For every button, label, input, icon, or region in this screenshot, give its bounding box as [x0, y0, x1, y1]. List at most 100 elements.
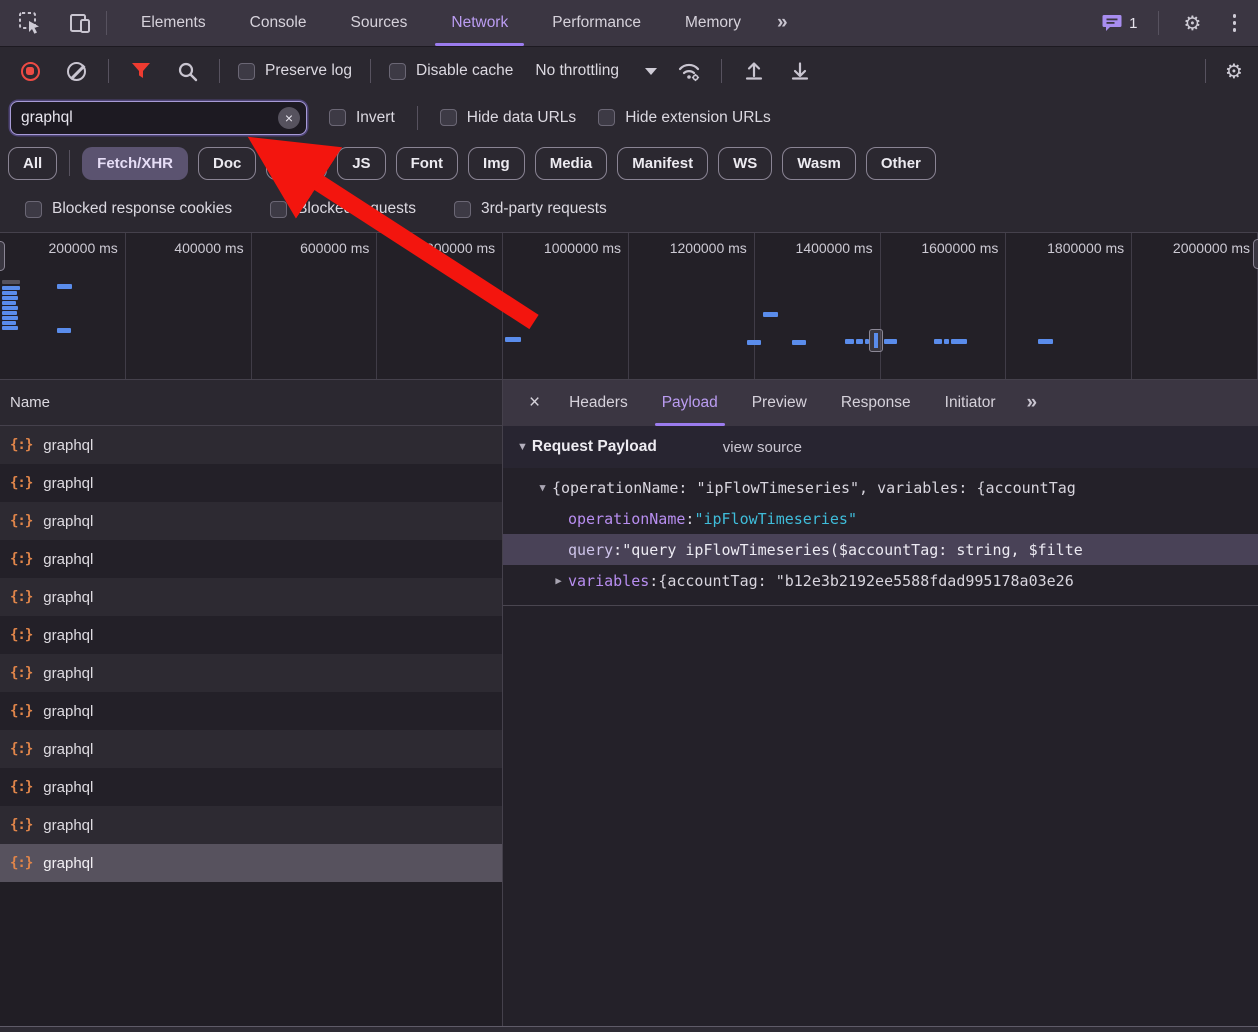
detail-tab-response[interactable]: Response — [824, 380, 928, 426]
table-row[interactable]: {:}graphql — [0, 768, 502, 806]
kebab-menu-icon[interactable] — [1227, 10, 1243, 36]
fetch-xhr-icon: {:} — [10, 855, 32, 871]
network-settings-gear-icon[interactable]: ⚙ — [1220, 57, 1248, 85]
chip-wasm[interactable]: Wasm — [782, 147, 856, 180]
timeline-column: 2000000 ms — [1132, 233, 1258, 379]
table-row[interactable]: {:}graphql — [0, 844, 502, 882]
export-har-icon[interactable] — [786, 57, 814, 85]
payload-line[interactable]: operationName: "ipFlowTimeseries" — [503, 503, 1258, 534]
hide-data-urls-checkbox[interactable] — [440, 109, 457, 126]
expand-triangle-icon[interactable]: ▶ — [549, 575, 568, 587]
waterfall-bar — [2, 311, 17, 315]
chip-manifest[interactable]: Manifest — [617, 147, 708, 180]
timeline-column: 400000 ms — [126, 233, 252, 379]
search-icon[interactable] — [173, 57, 201, 85]
payload-token: variables — [568, 572, 649, 590]
table-row[interactable]: {:}graphql — [0, 464, 502, 502]
table-row[interactable]: {:}graphql — [0, 654, 502, 692]
table-row[interactable]: {:}graphql — [0, 616, 502, 654]
preserve-log-label: Preserve log — [265, 62, 352, 80]
request-name: graphql — [43, 741, 93, 758]
chip-ws[interactable]: WS — [718, 147, 772, 180]
table-row[interactable]: {:}graphql — [0, 502, 502, 540]
chip-font[interactable]: Font — [396, 147, 458, 180]
clear-filter-icon[interactable]: × — [278, 107, 300, 129]
table-row[interactable]: {:}graphql — [0, 692, 502, 730]
chip-js[interactable]: JS — [337, 147, 385, 180]
payload-token: query — [568, 541, 613, 559]
settings-gear-icon[interactable]: ⚙ — [1179, 9, 1207, 37]
blocked-toggles-row: Blocked response cookiesBlocked requests… — [0, 186, 1258, 232]
tab-memory[interactable]: Memory — [663, 0, 763, 46]
chip-other[interactable]: Other — [866, 147, 936, 180]
device-toolbar-icon[interactable] — [66, 9, 94, 37]
detail-tab-payload[interactable]: Payload — [645, 380, 735, 426]
detail-more-tabs-chevron-icon[interactable]: » — [1013, 380, 1050, 426]
invert-label: Invert — [356, 109, 395, 127]
more-tabs-chevron-icon[interactable]: » — [763, 0, 800, 46]
issues-counter[interactable]: 1 — [1102, 14, 1137, 32]
network-overview-timeline[interactable]: 200000 ms400000 ms600000 ms800000 ms1000… — [0, 232, 1258, 380]
payload-token: operationName — [568, 510, 685, 528]
request-payload-section-header[interactable]: ▼ Request Payload view source — [503, 426, 1258, 468]
throttling-select[interactable]: No throttling — [535, 62, 657, 80]
timeline-right-grip[interactable] — [1253, 239, 1258, 269]
record-network-log-button[interactable] — [16, 57, 44, 85]
hide-extension-urls-label: Hide extension URLs — [625, 109, 771, 127]
detail-tab-preview[interactable]: Preview — [735, 380, 824, 426]
payload-token: : — [649, 572, 658, 590]
name-column-header[interactable]: Name — [0, 380, 502, 426]
preserve-log-checkbox[interactable] — [238, 63, 255, 80]
chip-doc[interactable]: Doc — [198, 147, 256, 180]
inspect-element-icon[interactable] — [16, 9, 44, 37]
waterfall-bar — [747, 340, 761, 345]
timeline-column: 1400000 ms — [755, 233, 881, 379]
hide-data-urls-label: Hide data URLs — [467, 109, 576, 127]
filter-funnel-icon[interactable] — [127, 57, 155, 85]
table-row[interactable]: {:}graphql — [0, 730, 502, 768]
throttling-value: No throttling — [535, 62, 619, 80]
tab-performance[interactable]: Performance — [530, 0, 663, 46]
timeline-tick-label: 1000000 ms — [544, 240, 621, 256]
close-detail-icon[interactable]: × — [517, 380, 552, 426]
table-row[interactable]: {:}graphql — [0, 806, 502, 844]
blocked-response-cookies-checkbox[interactable] — [25, 201, 42, 218]
chip-fetch-xhr[interactable]: Fetch/XHR — [82, 147, 188, 180]
payload-line[interactable]: query: "query ipFlowTimeseries($accountT… — [503, 534, 1258, 565]
table-row[interactable]: {:}graphql — [0, 578, 502, 616]
tab-console[interactable]: Console — [228, 0, 329, 46]
chip-css[interactable]: CSS — [266, 147, 327, 180]
table-row[interactable]: {:}graphql — [0, 540, 502, 578]
expand-triangle-icon[interactable]: ▼ — [533, 482, 552, 494]
request-name: graphql — [43, 779, 93, 796]
clear-network-log-icon[interactable] — [62, 57, 90, 85]
3rd-party-requests-checkbox[interactable] — [454, 201, 471, 218]
filter-text-input[interactable]: graphql × — [10, 101, 307, 135]
payload-line[interactable]: ▶variables: {accountTag: "b12e3b2192ee55… — [503, 565, 1258, 596]
view-source-link[interactable]: view source — [723, 439, 802, 456]
payload-line[interactable]: ▼{operationName: "ipFlowTimeseries", var… — [503, 472, 1258, 503]
tab-network[interactable]: Network — [429, 0, 530, 46]
detail-tab-headers[interactable]: Headers — [552, 380, 645, 426]
chip-media[interactable]: Media — [535, 147, 608, 180]
blocked-requests-checkbox[interactable] — [270, 201, 287, 218]
table-row[interactable]: {:} graphql — [0, 426, 502, 464]
chip-all[interactable]: All — [8, 147, 57, 180]
tab-sources[interactable]: Sources — [329, 0, 430, 46]
request-name: graphql — [43, 437, 93, 454]
disable-cache-checkbox[interactable] — [389, 63, 406, 80]
disable-cache-label: Disable cache — [416, 62, 513, 80]
tab-elements[interactable]: Elements — [119, 0, 228, 46]
waterfall-bar — [2, 286, 20, 290]
hide-extension-urls-checkbox[interactable] — [598, 109, 615, 126]
chip-img[interactable]: Img — [468, 147, 525, 180]
timeline-column: 800000 ms — [377, 233, 503, 379]
request-name: graphql — [43, 703, 93, 720]
import-har-icon[interactable] — [740, 57, 768, 85]
detail-tab-initiator[interactable]: Initiator — [928, 380, 1013, 426]
timeline-left-grip[interactable] — [0, 241, 5, 271]
invert-checkbox[interactable] — [329, 109, 346, 126]
fetch-xhr-icon: {:} — [10, 437, 32, 453]
waterfall-bar — [763, 312, 778, 317]
network-conditions-icon[interactable] — [675, 57, 703, 85]
